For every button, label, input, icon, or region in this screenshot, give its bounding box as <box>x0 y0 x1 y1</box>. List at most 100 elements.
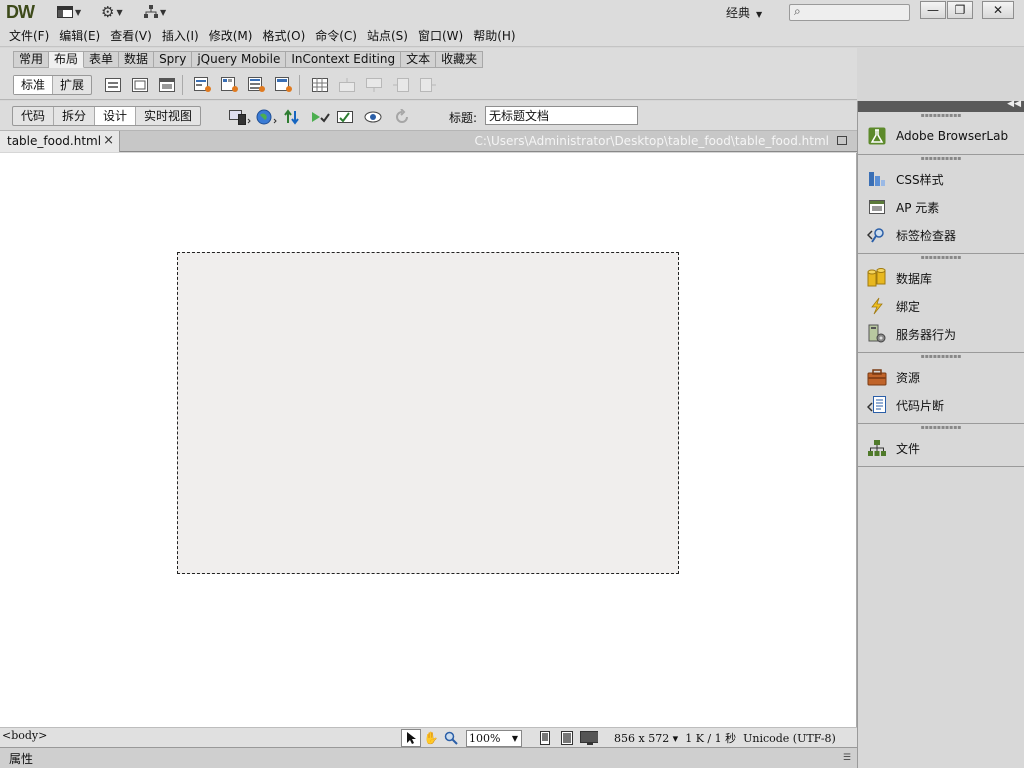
ap-div-element[interactable] <box>177 252 679 574</box>
panel-server-behaviors[interactable]: 服务器行为 <box>858 320 1024 348</box>
split-view-button[interactable]: 拆分 <box>54 107 96 125</box>
site-menu-button[interactable]: ▼ <box>144 3 166 21</box>
panel-group: ▪▪▪▪▪▪▪▪▪▪ 资源 代码片断 <box>858 353 1024 424</box>
spry-menu-bar-icon <box>194 77 212 92</box>
spry-menu-bar-button[interactable] <box>192 75 214 95</box>
help-search-input[interactable]: ⌕ <box>789 4 910 21</box>
grip-icon[interactable]: ▪▪▪▪▪▪▪▪▪▪ <box>858 112 1024 122</box>
properties-panel-bar[interactable]: 属性 ☰ <box>0 747 857 768</box>
restore-button[interactable]: ❐ <box>947 1 973 19</box>
insert-fluid-grid-button[interactable] <box>129 75 151 95</box>
w3c-validation-button[interactable] <box>310 107 332 127</box>
menu-modify[interactable]: 修改(M) <box>204 27 258 44</box>
menu-window[interactable]: 窗口(W) <box>413 27 468 44</box>
document-tab-bar: table_food.html × C:\Users\Administrator… <box>0 131 857 152</box>
panel-label: 服务器行为 <box>896 327 957 342</box>
desktop-size-button[interactable] <box>580 729 598 747</box>
tab-favorites[interactable]: 收藏夹 <box>436 51 484 68</box>
zoom-level-select[interactable]: 100% ▼ <box>466 729 522 747</box>
row-below-icon <box>366 78 383 92</box>
multiscreen-button[interactable] <box>229 107 251 127</box>
code-view-button[interactable]: 代码 <box>13 107 55 125</box>
files-icon <box>867 438 887 458</box>
grip-icon[interactable]: ▪▪▪▪▪▪▪▪▪▪ <box>858 254 1024 264</box>
tab-common[interactable]: 常用 <box>13 51 50 68</box>
panel-snippets[interactable]: 代码片断 <box>858 391 1024 419</box>
insert-table-button[interactable] <box>309 75 331 95</box>
hand-tool-button[interactable]: ✋ <box>421 729 441 747</box>
panel-label: 标签检查器 <box>896 228 957 243</box>
workspace-switcher[interactable]: 经典 ▼ <box>726 4 762 21</box>
browser-compatibility-button[interactable] <box>337 107 359 127</box>
close-icon: ✕ <box>992 3 1004 17</box>
close-window-button[interactable]: ✕ <box>982 1 1014 19</box>
design-canvas[interactable] <box>0 153 857 727</box>
tab-layout[interactable]: 布局 <box>49 51 85 68</box>
collapse-icon[interactable]: ◀◀ <box>1007 99 1021 109</box>
select-tool-button[interactable] <box>401 729 421 747</box>
tablet-size-button[interactable] <box>558 729 576 747</box>
document-tab-label: table_food.html <box>7 134 102 148</box>
phone-size-button[interactable] <box>536 729 554 747</box>
panel-label: AP 元素 <box>896 200 940 215</box>
panel-css-styles[interactable]: CSS样式 <box>858 165 1024 193</box>
restore-document-icon[interactable] <box>837 136 847 145</box>
tab-data[interactable]: 数据 <box>119 51 155 68</box>
refresh-button[interactable] <box>391 107 413 127</box>
file-management-button[interactable] <box>283 107 305 127</box>
panel-bindings[interactable]: 绑定 <box>858 292 1024 320</box>
design-view-button[interactable]: 设计 <box>95 107 137 125</box>
grip-icon[interactable]: ▪▪▪▪▪▪▪▪▪▪ <box>858 424 1024 434</box>
tab-jquery-mobile[interactable]: jQuery Mobile <box>192 51 287 68</box>
visual-aids-button[interactable] <box>364 107 386 127</box>
row-above-icon <box>339 78 356 92</box>
spry-collapsible-panel-button[interactable] <box>273 75 295 95</box>
spry-accordion-button[interactable] <box>246 75 268 95</box>
menu-view[interactable]: 查看(V) <box>105 27 157 44</box>
panel-files[interactable]: 文件 <box>858 434 1024 462</box>
tag-selector-body[interactable]: <body> <box>2 729 47 742</box>
spry-tabbed-panels-icon <box>221 77 239 92</box>
menu-insert[interactable]: 插入(I) <box>157 27 204 44</box>
panel-databases[interactable]: 数据库 <box>858 264 1024 292</box>
bindings-icon <box>867 296 887 316</box>
minimize-button[interactable]: — <box>920 1 946 19</box>
draw-ap-div-button[interactable] <box>156 75 178 95</box>
panel-options-icon[interactable]: ☰ <box>843 753 851 763</box>
layout-menu-button[interactable]: ▼ <box>57 3 81 21</box>
insert-panel: 常用 布局 表单 数据 Spry jQuery Mobile InContext… <box>0 48 857 100</box>
menu-format[interactable]: 格式(O) <box>257 27 310 44</box>
column-left-icon <box>393 78 410 92</box>
grip-icon[interactable]: ▪▪▪▪▪▪▪▪▪▪ <box>858 155 1024 165</box>
document-path: C:\Users\Administrator\Desktop\table_foo… <box>474 134 829 148</box>
document-title-input[interactable] <box>485 106 638 125</box>
panel-ap-elements[interactable]: AP 元素 <box>858 193 1024 221</box>
menu-commands[interactable]: 命令(C) <box>310 27 362 44</box>
menu-edit[interactable]: 编辑(E) <box>54 27 105 44</box>
tab-forms[interactable]: 表单 <box>84 51 120 68</box>
menu-site[interactable]: 站点(S) <box>362 27 413 44</box>
panel-tag-inspector[interactable]: 标签检查器 <box>858 221 1024 249</box>
tab-table-food[interactable]: table_food.html × <box>0 131 120 152</box>
close-icon[interactable]: × <box>103 131 114 151</box>
panel-browserlab[interactable]: Adobe BrowserLab <box>858 122 1024 150</box>
live-view-button[interactable]: 实时视图 <box>136 107 200 125</box>
spry-tabbed-panels-button[interactable] <box>219 75 241 95</box>
tab-spry[interactable]: Spry <box>154 51 193 68</box>
standard-mode-button[interactable]: 标准 <box>14 76 54 94</box>
zoom-icon <box>444 731 458 745</box>
zoom-tool-button[interactable] <box>441 729 461 747</box>
insert-div-button[interactable] <box>102 75 124 95</box>
site-icon <box>144 5 158 18</box>
preview-in-browser-button[interactable] <box>256 107 278 127</box>
up-down-arrows-icon <box>284 109 299 125</box>
expanded-mode-button[interactable]: 扩展 <box>53 76 91 94</box>
grip-icon[interactable]: ▪▪▪▪▪▪▪▪▪▪ <box>858 353 1024 363</box>
minimize-icon: — <box>927 3 939 17</box>
tab-text[interactable]: 文本 <box>401 51 437 68</box>
extensions-menu-button[interactable]: ⚙ ▼ <box>101 3 123 21</box>
menu-file[interactable]: 文件(F) <box>4 27 54 44</box>
menu-help[interactable]: 帮助(H) <box>468 27 520 44</box>
tab-incontext-editing[interactable]: InContext Editing <box>286 51 402 68</box>
panel-assets[interactable]: 资源 <box>858 363 1024 391</box>
